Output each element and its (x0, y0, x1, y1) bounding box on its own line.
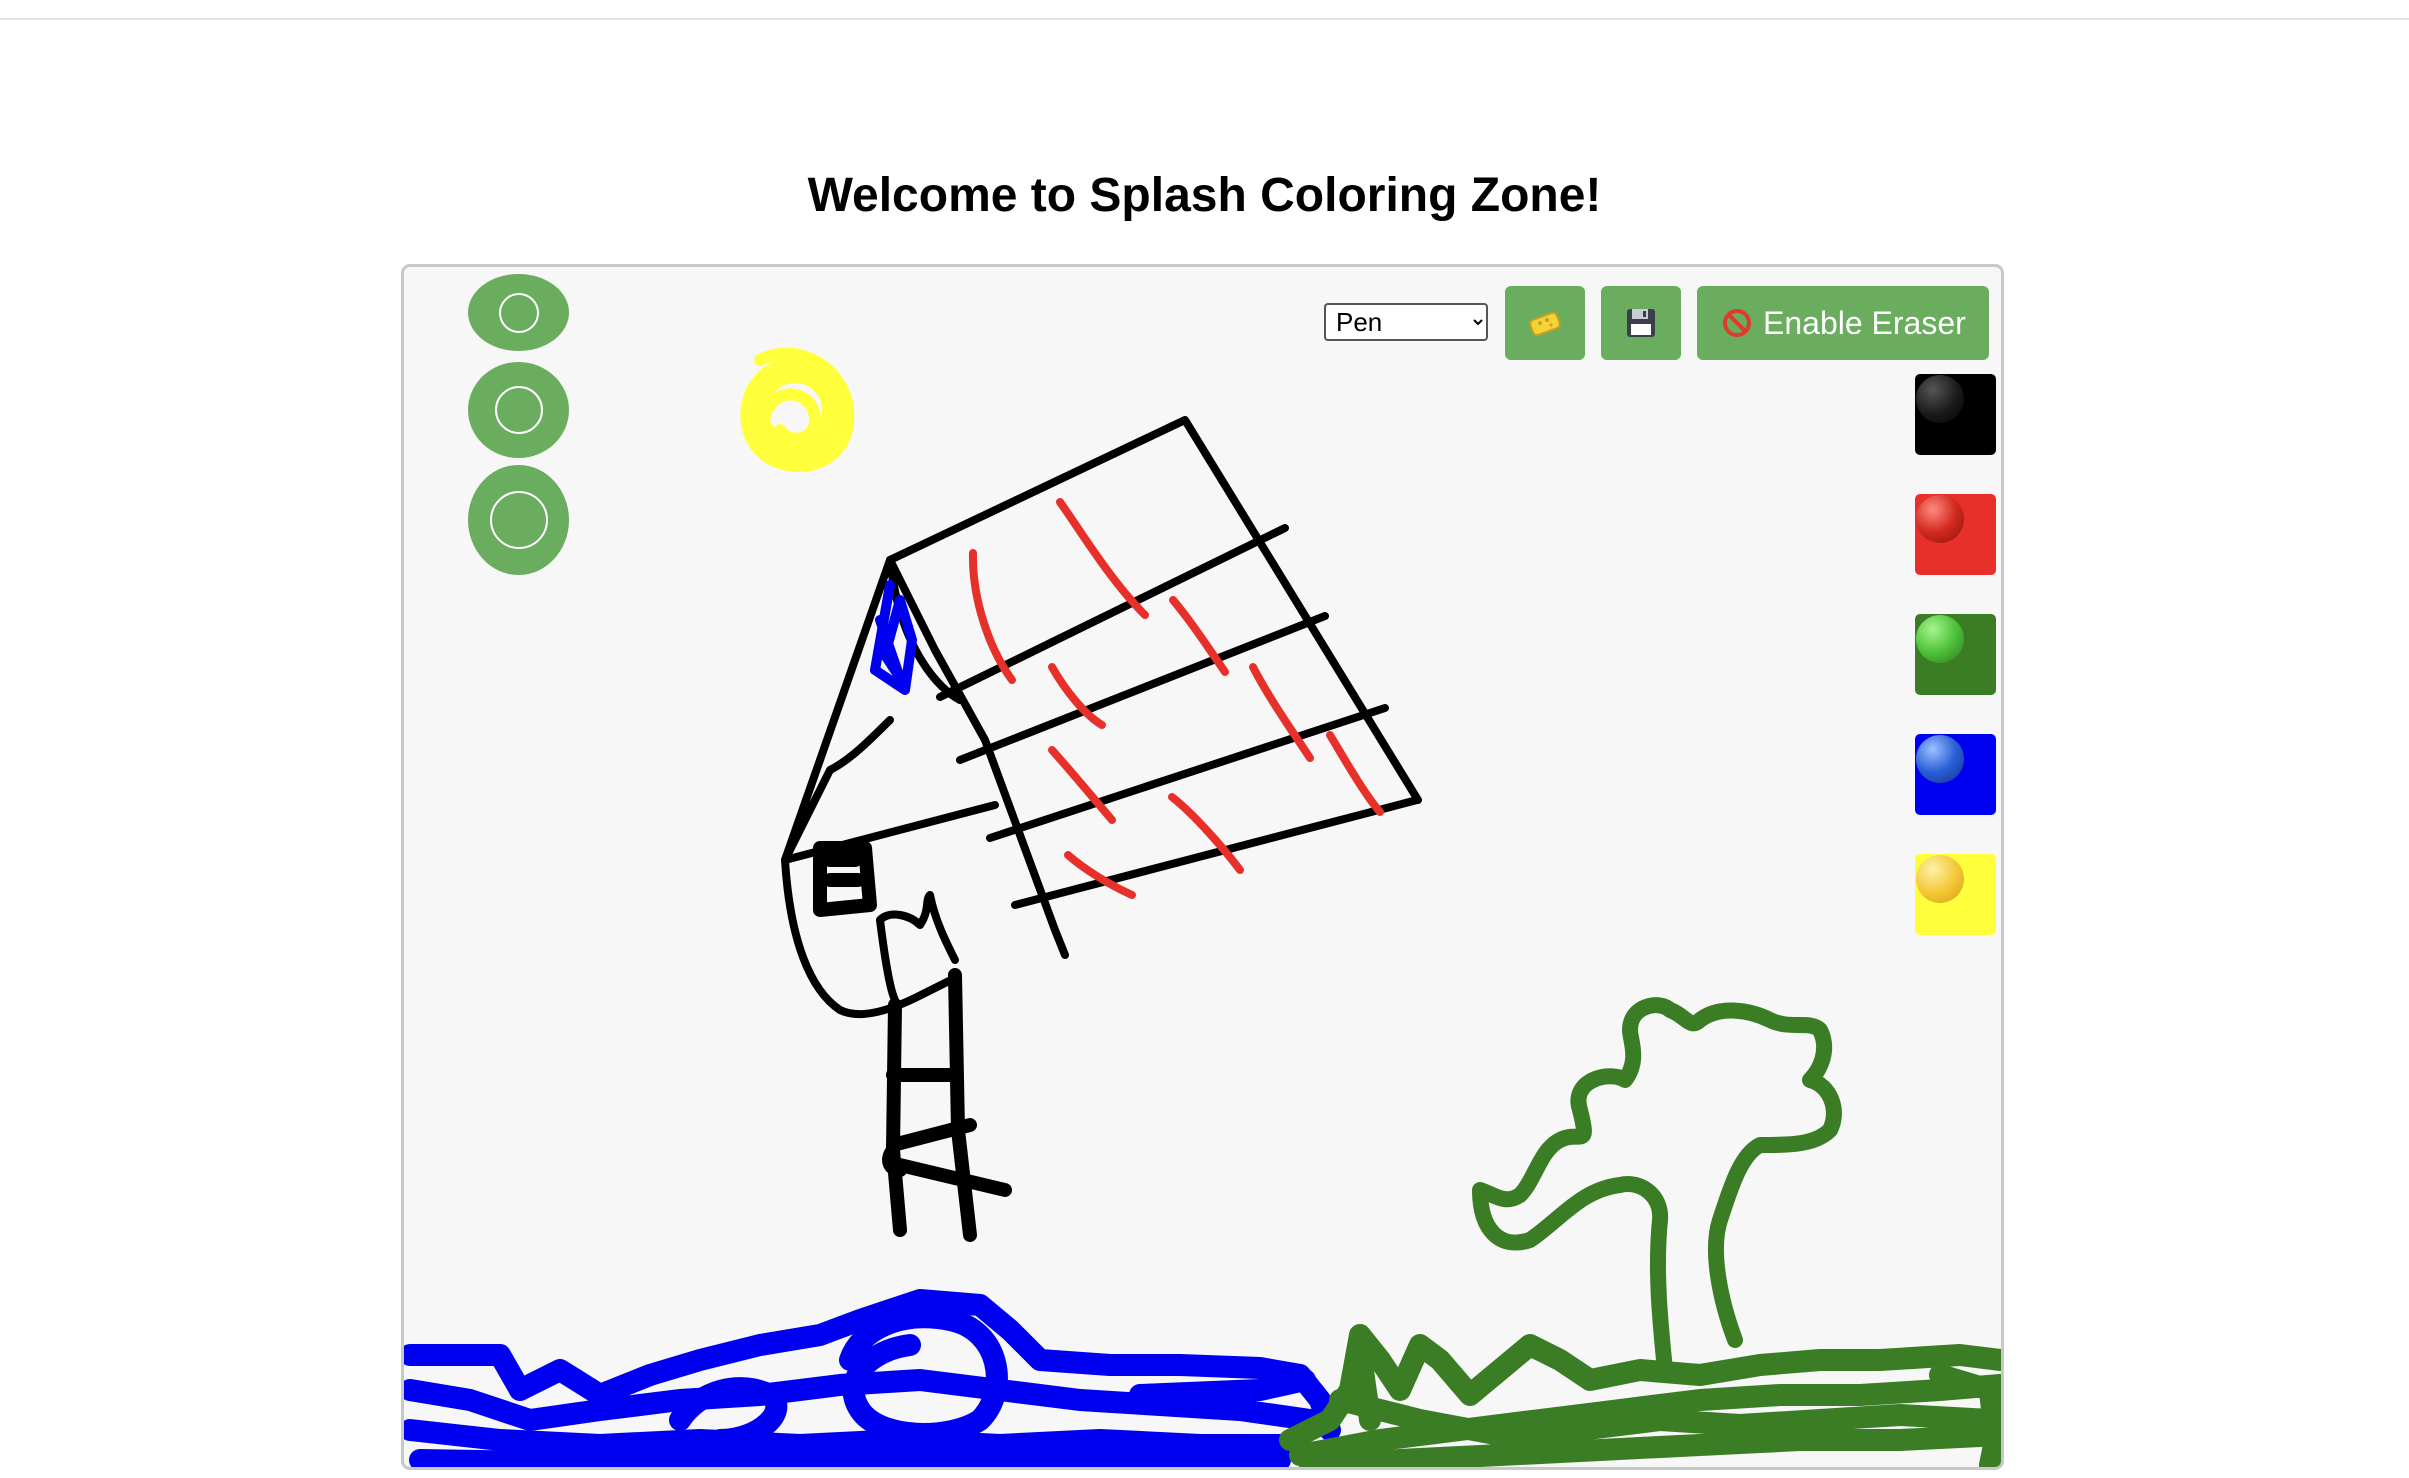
sponge-icon (1529, 311, 1561, 337)
brush-size-medium-button[interactable] (468, 362, 569, 458)
eraser-toggle-label: Enable Eraser (1763, 304, 1966, 341)
color-swatch-black[interactable] (1915, 374, 1996, 455)
window-scribble (813, 841, 877, 917)
top-divider (0, 18, 2409, 20)
no-entry-icon (1723, 309, 1751, 337)
color-ball-icon (1916, 735, 1964, 783)
color-ball-icon (1916, 855, 1964, 903)
brush-size-small-button[interactable] (468, 274, 569, 351)
circle-icon (489, 491, 548, 549)
floppy-disk-icon (1627, 309, 1655, 337)
water-scribble (404, 1289, 1341, 1467)
circle-icon (498, 292, 539, 333)
color-ball-icon (1916, 615, 1964, 663)
color-swatch-yellow[interactable] (1915, 854, 1996, 935)
roof-tiles (968, 498, 1384, 899)
sponge-button[interactable] (1505, 286, 1585, 360)
tool-select[interactable]: Pen (1324, 303, 1488, 341)
house-outline (781, 416, 1422, 1019)
save-button[interactable] (1601, 286, 1681, 360)
color-swatch-green[interactable] (1915, 614, 1996, 695)
sun-scribble (740, 347, 855, 472)
ladder (882, 968, 1012, 1242)
color-swatch-red[interactable] (1915, 494, 1996, 575)
grass-scribble (1279, 1324, 2001, 1467)
drawing-board[interactable]: Pen Enable Eraser (401, 264, 2004, 1470)
page-title: Welcome to Splash Coloring Zone! (807, 169, 1602, 222)
circle-icon (494, 386, 543, 434)
color-ball-icon (1916, 375, 1964, 423)
eraser-toggle-button[interactable]: Enable Eraser (1697, 286, 1989, 360)
tree (1472, 997, 1842, 1378)
brush-size-large-button[interactable] (468, 465, 569, 575)
drawing-canvas[interactable] (401, 264, 2004, 1470)
color-ball-icon (1916, 495, 1964, 543)
color-swatch-blue[interactable] (1915, 734, 1996, 815)
